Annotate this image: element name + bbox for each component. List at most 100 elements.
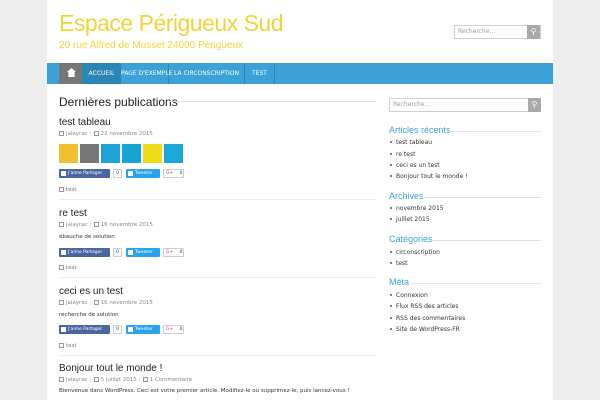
tweet-button[interactable]: Tweeter <box>126 248 160 257</box>
post-title[interactable]: re test <box>59 208 376 219</box>
color-swatch <box>164 144 183 163</box>
post-divider <box>59 355 376 356</box>
bullet <box>390 328 392 330</box>
color-swatch <box>101 144 120 163</box>
post-meta: jalayrac | 16 novembre 2015 <box>59 300 153 306</box>
post-comments[interactable]: 1 Commentaire <box>150 377 193 383</box>
facebook-icon <box>61 171 66 176</box>
widget-link[interactable]: re test <box>389 151 415 158</box>
twitter-icon <box>128 171 133 176</box>
post-category: test <box>59 343 77 349</box>
site-description: 20 rue Alfred de Musset 24000 Périgueux <box>59 40 244 51</box>
widget-title-recent-posts: Articles récents <box>389 125 451 135</box>
author-icon <box>59 222 64 227</box>
post-category-link[interactable]: test <box>66 187 77 193</box>
post-title[interactable]: test tableau <box>59 117 376 128</box>
post-title[interactable]: ceci es un test <box>59 286 376 297</box>
widget-link[interactable]: juillet 2015 <box>389 216 430 223</box>
section-divider <box>169 101 376 102</box>
color-swatch <box>143 144 162 163</box>
tweet-label: Tweeter <box>135 327 153 332</box>
google-plus-count: 0 <box>179 250 183 255</box>
author-icon <box>59 131 64 136</box>
facebook-like-button[interactable]: J'aime Partager <box>59 169 110 178</box>
post-date[interactable]: 16 novembre 2015 <box>101 300 153 306</box>
site-title[interactable]: Espace Périgueux Sud <box>59 10 284 37</box>
bullet <box>390 294 392 296</box>
facebook-count: 0 <box>113 325 122 334</box>
author-icon <box>59 377 64 382</box>
post-date[interactable]: 5 juillet 2015 <box>101 377 137 383</box>
nav-home-button[interactable] <box>59 63 83 84</box>
nav-item-page-exemple[interactable]: PAGE D'EXEMPLE <box>121 63 172 84</box>
widget-link-label: re test <box>396 151 416 158</box>
widget-divider <box>421 197 541 198</box>
author-icon <box>59 300 64 305</box>
facebook-like-button[interactable]: J'aime Partager <box>59 325 110 334</box>
widget-title-archives: Archives <box>389 191 424 201</box>
folder-icon <box>59 265 64 270</box>
widget-title-meta: Méta <box>389 277 410 287</box>
widget-link-label: RSS des commentaires <box>396 315 466 322</box>
widget-link-label: test tableau <box>396 139 433 146</box>
widget-link-label: juillet 2015 <box>396 216 430 223</box>
post-excerpt: Bienvenue dans WordPress. Ceci est votre… <box>59 388 350 394</box>
widget-link[interactable]: circonscription <box>389 249 440 256</box>
post-meta: jalayrac | 22 novembre 2015 <box>59 131 153 137</box>
widget-link-label: Site de WordPress-FR <box>396 326 460 333</box>
widget-link[interactable]: test <box>389 260 408 267</box>
tweet-button[interactable]: Tweeter <box>126 169 160 178</box>
meta-separator: | <box>89 131 92 137</box>
widget-link-label: circonscription <box>396 249 440 256</box>
widget-link[interactable]: Site de WordPress-FR <box>389 326 460 333</box>
sidebar-search-button[interactable]: ⚲ <box>528 98 541 112</box>
post-author[interactable]: jalayrac <box>66 131 88 137</box>
nav-item-accueil[interactable]: ACCUEIL <box>83 63 121 84</box>
nav-item-test[interactable]: TEST <box>245 63 275 84</box>
facebook-like-button[interactable]: J'aime Partager <box>59 248 110 257</box>
bullet <box>390 153 392 155</box>
section-title: Dernières publications <box>59 95 178 109</box>
facebook-count: 0 <box>113 248 122 257</box>
header-search-button[interactable]: ⚲ <box>527 25 540 39</box>
widget-link-label: test <box>396 260 408 267</box>
bullet <box>390 175 392 177</box>
post-author[interactable]: jalayrac <box>66 300 88 306</box>
post-author[interactable]: jalayrac <box>66 222 88 228</box>
widget-link[interactable]: test tableau <box>389 139 432 146</box>
bullet <box>390 317 392 319</box>
widget-link[interactable]: ceci es un test <box>389 162 440 169</box>
widget-link-label: novembre 2015 <box>396 205 444 212</box>
nav-item-circonscription[interactable]: LA CIRCONSCRIPTION <box>169 63 245 84</box>
search-icon: ⚲ <box>531 100 538 109</box>
widget-link[interactable]: novembre 2015 <box>389 205 444 212</box>
facebook-icon <box>61 250 66 255</box>
post-category-link[interactable]: test <box>66 343 77 349</box>
post: re test jalayrac | 16 novembre 2015 ébauch… <box>59 208 376 278</box>
bullet <box>390 262 392 264</box>
widget-link[interactable]: RSS des commentaires <box>389 315 465 322</box>
widget-link[interactable]: Connexion <box>389 292 428 299</box>
bullet <box>390 164 392 166</box>
sidebar-search-input[interactable]: Recherche... <box>389 98 539 112</box>
meta-separator: | <box>89 377 92 383</box>
post-title[interactable]: Bonjour tout le monde ! <box>59 363 376 374</box>
widget-divider <box>411 283 541 284</box>
color-swatch <box>80 144 99 163</box>
widget-link-label: Flux RSS des articles <box>396 303 459 310</box>
post-category: test <box>59 187 77 193</box>
post-author[interactable]: jalayrac <box>66 377 88 383</box>
tweet-label: Tweeter <box>135 250 153 255</box>
bullet <box>390 305 392 307</box>
google-plus-count: 0 <box>179 327 183 332</box>
post: test tableau jalayrac | 22 novembre 2015 J… <box>59 117 376 200</box>
post-excerpt: recherche de solution <box>59 312 119 318</box>
widget-link[interactable]: Flux RSS des articles <box>389 303 459 310</box>
widget-link[interactable]: Bonjour tout le monde ! <box>389 173 468 180</box>
post-category-link[interactable]: test <box>66 265 77 271</box>
main-nav: ACCUEIL PAGE D'EXEMPLE LA CIRCONSCRIPTIO… <box>47 63 553 84</box>
widget-title-categories: Catégories <box>389 234 433 244</box>
tweet-button[interactable]: Tweeter <box>126 325 160 334</box>
post-date[interactable]: 22 novembre 2015 <box>101 131 153 137</box>
post-date[interactable]: 16 novembre 2015 <box>101 222 153 228</box>
